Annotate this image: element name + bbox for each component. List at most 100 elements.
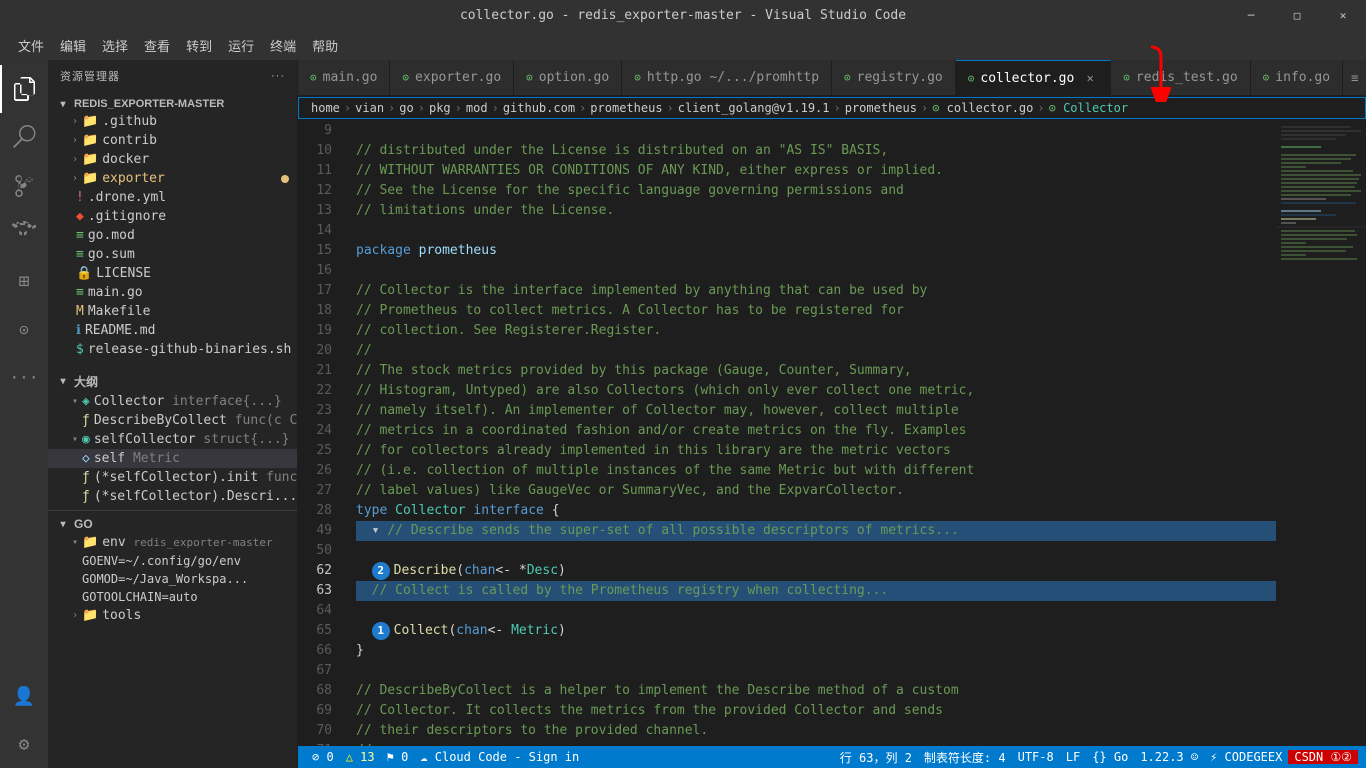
tree-gitignore[interactable]: ◆ .gitignore <box>48 207 297 226</box>
outline-self-metric[interactable]: ◇ self Metric <box>48 449 297 468</box>
menu-select[interactable]: 选择 <box>94 32 136 59</box>
bc-mod[interactable]: mod <box>466 101 488 115</box>
bc-client[interactable]: client_golang@v1.19.1 <box>678 101 830 115</box>
remote-icon[interactable]: ⊙ <box>0 305 48 353</box>
explorer-icon[interactable] <box>0 65 48 113</box>
tree-makefile[interactable]: M Makefile <box>48 302 297 321</box>
status-errors[interactable]: ⊘ 0 <box>306 750 340 764</box>
menu-bar: 文件 编辑 选择 查看 转到 运行 终端 帮助 <box>0 30 1366 60</box>
bc-vian[interactable]: vian <box>355 101 384 115</box>
bc-symbol[interactable]: ⊙ Collector <box>1049 101 1128 115</box>
outline-selfcollector[interactable]: ▾ ◉ selfCollector struct{...} <box>48 430 297 449</box>
go-title: GO <box>74 517 93 531</box>
editor-area: ⊙ main.go ⊙ exporter.go ⊙ option.go ⊙ ht… <box>298 60 1366 768</box>
status-info[interactable]: ⚑ 0 <box>381 750 415 764</box>
search-activity-icon[interactable] <box>0 113 48 161</box>
tree-github[interactable]: › 📁 .github <box>48 112 297 131</box>
go-goenv[interactable]: GOENV=~/.config/go/env <box>48 552 297 570</box>
outline-collector[interactable]: ▾ ◈ Collector interface{...} <box>48 392 297 411</box>
minimize-button[interactable]: ─ <box>1228 0 1274 30</box>
tree-license[interactable]: 🔒 LICENSE <box>48 264 297 283</box>
breadcrumb: home › vian › go › pkg › mod › github.co… <box>298 97 1366 119</box>
root-folder[interactable]: ▾ REDIS_EXPORTER-MASTER <box>48 92 297 112</box>
window-controls: ─ □ ✕ <box>1228 0 1366 30</box>
tree-release[interactable]: $ release-github-binaries.sh <box>48 340 297 359</box>
menu-view[interactable]: 查看 <box>136 32 178 59</box>
tree-contrib[interactable]: › 📁 contrib <box>48 131 297 150</box>
status-eol[interactable]: LF <box>1060 750 1086 764</box>
tree-gomod[interactable]: ≡ go.mod <box>48 226 297 245</box>
settings-icon[interactable]: ⚙ <box>0 720 48 768</box>
outline-descri[interactable]: ƒ (*selfCollector).Descri... <box>48 487 297 506</box>
menu-goto[interactable]: 转到 <box>178 32 220 59</box>
go-file-icon: ≡ <box>76 285 84 300</box>
outline-init[interactable]: ƒ (*selfCollector).init func(sel... <box>48 468 297 487</box>
tab-info-go[interactable]: ⊙ info.go <box>1251 60 1343 95</box>
sidebar-more-button[interactable]: ··· <box>271 70 285 82</box>
outline-describe[interactable]: ƒ DescribeByCollect func(c C... <box>48 411 297 430</box>
go-gomod[interactable]: GOMOD=~/Java_Workspa... <box>48 570 297 588</box>
tab-exporter-go[interactable]: ⊙ exporter.go <box>390 60 514 95</box>
outline-header[interactable]: ▾ 大纲 <box>48 367 297 392</box>
menu-edit[interactable]: 编辑 <box>52 32 94 59</box>
go-env-folder[interactable]: ▾ 📁 env redis_exporter-master <box>48 533 297 552</box>
menu-help[interactable]: 帮助 <box>304 32 346 59</box>
menu-terminal[interactable]: 终端 <box>262 32 304 59</box>
tab-collector-go[interactable]: ⊙ collector.go ✕ <box>956 60 1112 95</box>
tab-redis-test-go[interactable]: ⊙ redis_test.go <box>1111 60 1250 95</box>
status-encoding[interactable]: UTF-8 <box>1012 750 1060 764</box>
tab-main-go[interactable]: ⊙ main.go <box>298 60 390 95</box>
go-header[interactable]: ▾ GO <box>48 511 297 533</box>
bc-github[interactable]: github.com <box>503 101 575 115</box>
tree-exporter[interactable]: › 📁 exporter <box>48 169 297 188</box>
bc-home[interactable]: home <box>311 101 340 115</box>
tab-close-button[interactable]: ✕ <box>1082 70 1098 86</box>
go-gotoolchain[interactable]: GOTOOLCHAIN=auto <box>48 588 297 606</box>
more-icon[interactable]: ··· <box>0 353 48 401</box>
maximize-button[interactable]: □ <box>1274 0 1320 30</box>
status-cloud[interactable]: ☁ Cloud Code - Sign in <box>414 750 585 764</box>
tab-option-go[interactable]: ⊙ option.go <box>514 60 622 95</box>
menu-run[interactable]: 运行 <box>220 32 262 59</box>
status-bar: ⊘ 0 △ 13 ⚑ 0 ☁ Cloud Code - Sign in 行 63… <box>298 746 1366 768</box>
status-indent[interactable]: 制表符长度: 4 <box>918 749 1012 766</box>
tree-docker[interactable]: › 📁 docker <box>48 150 297 169</box>
source-control-activity-icon[interactable] <box>0 161 48 209</box>
bc-prometheus2[interactable]: prometheus <box>845 101 917 115</box>
status-warnings[interactable]: △ 13 <box>340 750 381 764</box>
bc-file[interactable]: ⊙ collector.go <box>932 101 1033 115</box>
bc-prometheus[interactable]: prometheus <box>590 101 662 115</box>
close-button[interactable]: ✕ <box>1320 0 1366 30</box>
bc-pkg[interactable]: pkg <box>429 101 451 115</box>
status-go-version[interactable]: 1.22.3 ☺ <box>1134 750 1204 764</box>
go-section: ▾ GO ▾ 📁 env redis_exporter-master GOENV… <box>48 510 297 625</box>
collector-arrow: ▾ <box>68 396 82 407</box>
menu-file[interactable]: 文件 <box>10 32 52 59</box>
tree-maingo[interactable]: ≡ main.go <box>48 283 297 302</box>
status-position[interactable]: 行 63，列 2 <box>834 749 918 766</box>
account-icon[interactable]: 👤 <box>0 672 48 720</box>
go-tools[interactable]: › 📁 tools <box>48 606 297 625</box>
code-content[interactable]: // distributed under the License is dist… <box>348 121 1276 746</box>
status-codegeex[interactable]: ⚡ CODEGEEX <box>1204 750 1288 764</box>
tab-label: option.go <box>539 70 609 85</box>
outline-arrow: ▾ <box>56 376 70 387</box>
tab-more-button[interactable]: ≡ <box>1343 60 1366 95</box>
tree-readme[interactable]: ℹ README.md <box>48 321 297 340</box>
status-csdn[interactable]: CSDN ①② <box>1288 750 1358 764</box>
gosum-label: go.sum <box>88 247 135 262</box>
status-language[interactable]: {} Go <box>1086 750 1134 764</box>
tab-label: exporter.go <box>415 70 501 85</box>
tree-gosum[interactable]: ≡ go.sum <box>48 245 297 264</box>
extensions-icon[interactable]: ⊞ <box>0 257 48 305</box>
tree-drone[interactable]: ! .drone.yml <box>48 188 297 207</box>
code-line-13 <box>356 223 364 238</box>
tab-registry-go[interactable]: ⊙ registry.go <box>832 60 956 95</box>
bc-go[interactable]: go <box>399 101 413 115</box>
title-bar: collector.go - redis_exporter-master - V… <box>0 0 1366 30</box>
tab-http-go[interactable]: ⊙ http.go ~/.../promhttp <box>622 60 832 95</box>
ln-68: 68 <box>298 681 332 701</box>
run-debug-icon[interactable] <box>0 209 48 257</box>
go-arrow: ▾ <box>56 519 70 530</box>
code-line-14: package prometheus <box>356 243 497 258</box>
